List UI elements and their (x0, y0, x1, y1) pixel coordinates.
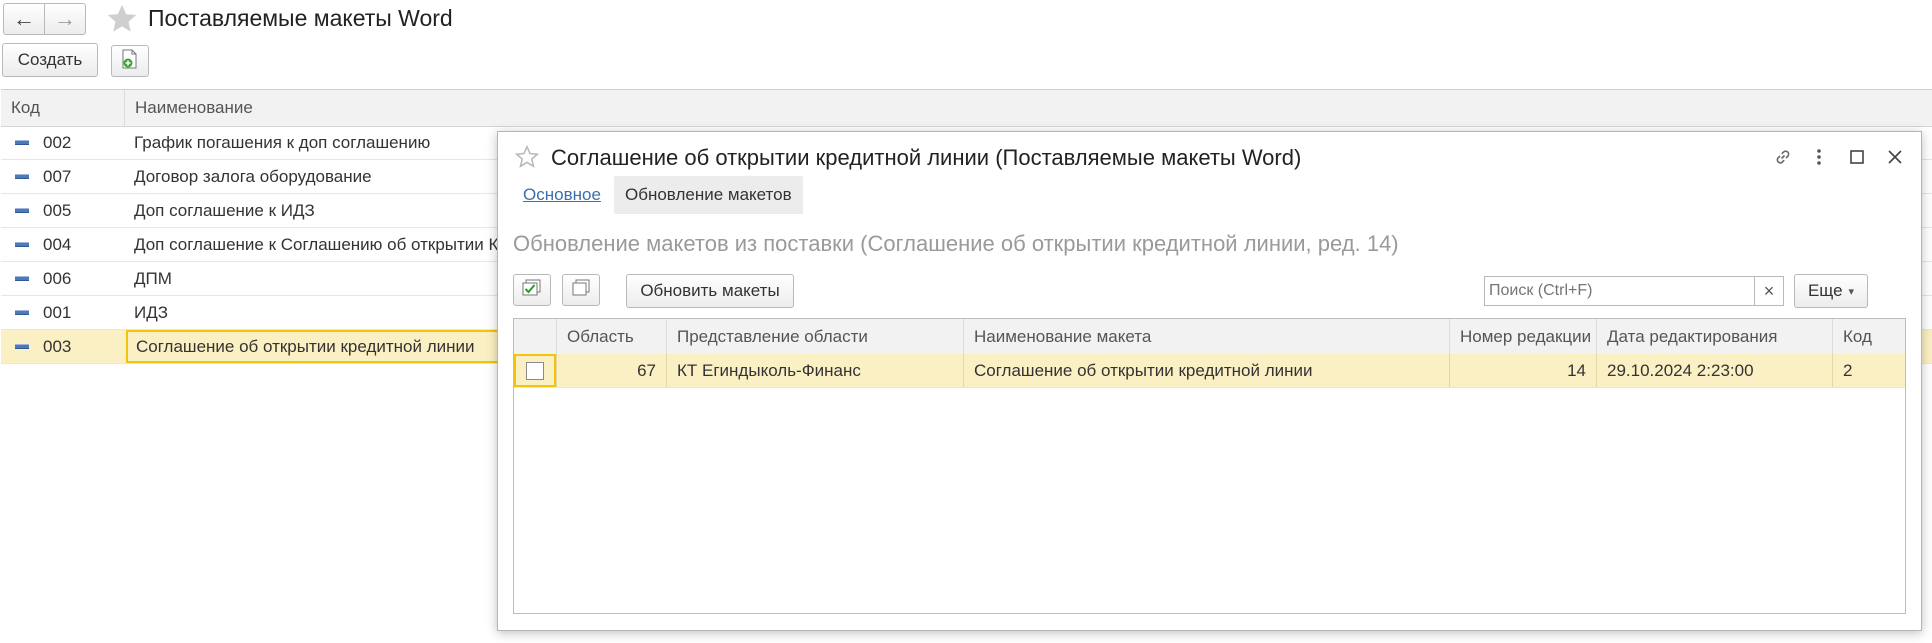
add-from-file-button[interactable] (111, 45, 149, 77)
revision-cell: 14 (1449, 354, 1596, 387)
search-input[interactable] (1485, 277, 1761, 305)
list-item-code-cell: 006 (15, 262, 120, 295)
column-header-code[interactable]: Код (1, 90, 124, 126)
column-header-name[interactable]: Наименование (124, 90, 1924, 126)
template-name-cell: Соглашение об открытии кредитной линии (963, 354, 1449, 387)
check-all-button[interactable] (513, 274, 551, 306)
template-name-value: Соглашение об открытии кредитной линии (974, 360, 1313, 380)
column-header-code[interactable]: Код (1832, 319, 1905, 354)
search-clear-button[interactable]: × (1754, 277, 1783, 305)
catalog-item-icon (15, 344, 29, 349)
more-button-label: Еще (1807, 281, 1843, 300)
column-header-revision[interactable]: Номер редакции (1449, 319, 1596, 354)
create-button[interactable]: Создать (2, 43, 98, 77)
list-item-name: ДПМ (134, 268, 172, 288)
forward-button[interactable]: → (44, 3, 86, 35)
catalog-item-icon (15, 208, 29, 213)
list-item-code-cell: 004 (15, 228, 120, 261)
close-icon[interactable] (1880, 142, 1910, 172)
catalog-item-icon (15, 174, 29, 179)
table-body: 67 КТ Егиндыколь-Финанс Соглашение об откр… (514, 354, 1905, 613)
column-header-area[interactable]: Область (556, 319, 666, 354)
list-item-name: График погашения к доп соглашению (134, 132, 431, 152)
list-item-code: 002 (43, 132, 72, 152)
table-row[interactable]: 67 КТ Егиндыколь-Финанс Соглашение об откр… (514, 354, 1905, 388)
chevron-down-icon: ▾ (1848, 285, 1855, 298)
catalog-item-icon (15, 276, 29, 281)
dialog-title: Соглашение об открытии кредитной линии (… (551, 145, 1302, 170)
dialog-favorite-star-icon[interactable] (514, 144, 540, 170)
revision-value: 14 (1567, 360, 1586, 380)
column-header-area-name[interactable]: Представление области (666, 319, 963, 354)
column-header-edited[interactable]: Дата редактирования (1596, 319, 1832, 354)
list-item-name: Доп соглашение к ИДЗ (134, 200, 315, 220)
column-header-checkbox (514, 319, 556, 354)
link-icon[interactable] (1768, 142, 1798, 172)
update-templates-button[interactable]: Обновить макеты (626, 274, 794, 308)
list-item-name: Договор залога оборудование (134, 166, 372, 186)
area-name-value: КТ Егиндыколь-Финанс (677, 360, 861, 380)
page-title: Поставляемые макеты Word (148, 5, 453, 31)
check-all-icon (522, 279, 542, 302)
catalog-item-icon (15, 140, 29, 145)
tab-template-update[interactable]: Обновление макетов (614, 176, 803, 214)
more-actions-icon[interactable] (1804, 142, 1834, 172)
template-dialog: Соглашение об открытии кредитной линии (… (497, 131, 1922, 631)
edited-cell: 29.10.2024 2:23:00 (1596, 354, 1832, 387)
templates-table: Область Представление области Наименован… (513, 318, 1906, 614)
list-item-code: 006 (43, 268, 72, 288)
maximize-icon[interactable] (1842, 142, 1872, 172)
tab-main[interactable]: Основное (513, 176, 611, 214)
code-value: 2 (1843, 360, 1853, 380)
uncheck-all-icon (571, 279, 591, 302)
search-box: × (1484, 276, 1784, 306)
column-header-template-name[interactable]: Наименование макета (963, 319, 1449, 354)
catalog-item-icon (15, 310, 29, 315)
list-item-code: 004 (43, 234, 72, 254)
list-item-code: 001 (43, 302, 72, 322)
list-item-code-cell: 005 (15, 194, 120, 227)
row-checkbox-cell (514, 354, 556, 387)
list-header: Код Наименование (1, 90, 1932, 127)
favorite-star-icon[interactable] (105, 2, 139, 36)
list-item-code-cell: 003 (15, 330, 120, 363)
list-item-code-cell: 007 (15, 160, 120, 193)
section-title: Обновление макетов из поставки (Соглашен… (513, 231, 1399, 256)
document-add-icon (121, 49, 139, 74)
back-button[interactable]: ← (3, 3, 45, 35)
catalog-item-icon (15, 242, 29, 247)
row-checkbox[interactable] (526, 361, 544, 380)
edited-value: 29.10.2024 2:23:00 (1607, 360, 1754, 380)
list-item-code: 003 (43, 336, 72, 356)
more-button[interactable]: Еще ▾ (1794, 274, 1868, 308)
list-item-name-cell: Соглашение об открытии кредитной линии (126, 330, 506, 363)
list-item-code-cell: 002 (15, 126, 120, 159)
list-item-name: ИДЗ (134, 302, 168, 322)
table-header: Область Представление области Наименован… (514, 319, 1905, 355)
list-item-name: Доп соглашение к Соглашению об открытии … (134, 234, 503, 254)
list-item-name: Соглашение об открытии кредитной линии (136, 336, 475, 356)
area-name-cell: КТ Егиндыколь-Финанс (666, 354, 963, 387)
list-item-code: 007 (43, 166, 72, 186)
uncheck-all-button[interactable] (562, 274, 600, 306)
code-cell: 2 (1832, 354, 1905, 387)
list-item-code: 005 (43, 200, 72, 220)
arrow-right-icon: → (54, 6, 76, 31)
list-item-code-cell: 001 (15, 296, 120, 329)
area-value: 67 (637, 360, 656, 380)
area-cell: 67 (556, 354, 666, 387)
arrow-left-icon: ← (13, 6, 35, 31)
